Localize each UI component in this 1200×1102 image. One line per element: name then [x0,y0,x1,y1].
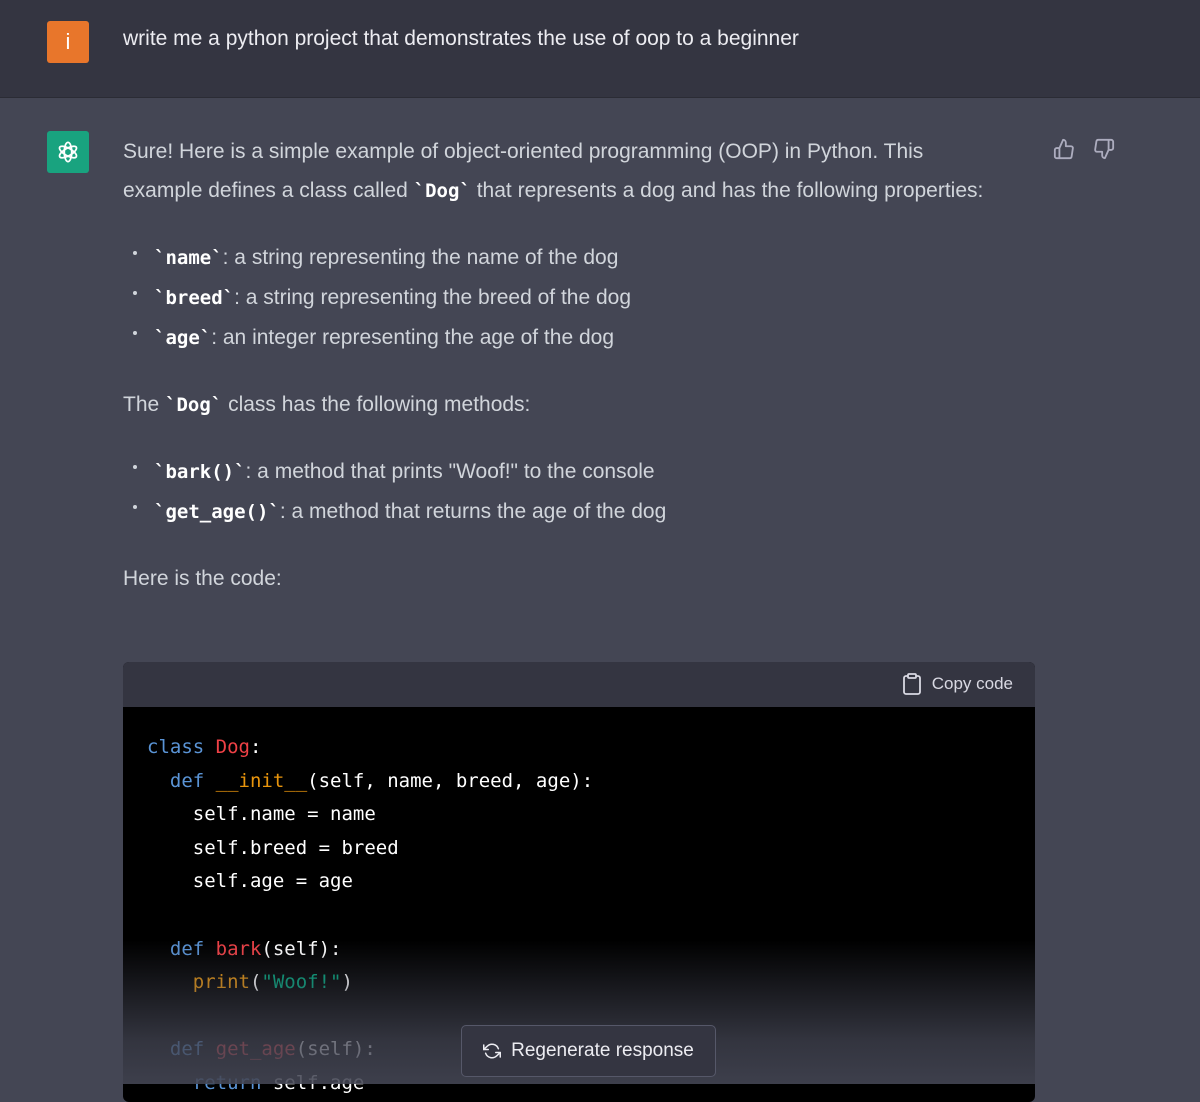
code-token: get_age [215,1038,296,1061]
intro-paragraph: Sure! Here is a simple example of object… [123,132,1003,211]
code-token: def [147,937,216,960]
method-code: `bark()` [154,461,246,483]
code-line: class Dog: [147,731,1011,765]
method-code: `get_age()` [154,501,280,523]
intro-text-2: that represents a dog and has the follow… [470,179,984,202]
regenerate-response-button[interactable]: Regenerate response [461,1025,716,1077]
assistant-message: Sure! Here is a simple example of object… [123,132,1003,598]
code-token: Dog [215,736,250,758]
property-code: `breed` [154,287,235,309]
user-message-row: i write me a python project that demonst… [0,0,1200,98]
methods-intro: The `Dog` class has the following method… [123,385,1003,425]
code-intro: Here is the code: [123,567,282,590]
code-token: self.age [261,1071,365,1094]
code-token: ( [249,971,262,994]
feedback-controls [1051,136,1117,162]
assistant-avatar [47,131,89,173]
code-token: : [249,736,262,758]
methods-intro-text-2: class has the following methods: [222,393,531,416]
property-text: : an integer representing the age of the… [211,326,614,349]
code-token: (self): [295,1038,376,1061]
code-token: __init__ [215,769,308,792]
property-text: : a string representing the breed of the… [234,286,632,309]
properties-list: `name`: a string representing the name o… [123,238,1003,358]
code-token: def [147,769,216,792]
code-token: (self): [261,937,342,960]
code-token: print [192,971,250,994]
method-text: : a method that returns the age of the d… [279,500,667,523]
thumbs-down-icon [1094,138,1115,160]
methods-intro-code: `Dog` [165,394,223,416]
code-token: "Woof!" [261,971,342,994]
code-line: def bark(self): [147,933,1011,967]
code-token: self.age = age [147,870,353,893]
thumbs-up-icon [1053,138,1074,160]
list-item: `name`: a string representing the name o… [123,238,1003,278]
code-token: self.name = name [147,803,376,826]
thumbs-down-button[interactable] [1091,136,1117,162]
property-code: `age` [154,327,212,349]
property-code: `name` [154,247,223,269]
intro-inline-code: `Dog` [413,180,471,202]
property-text: : a string representing the name of the … [222,246,619,269]
code-line: self.breed = breed [147,832,1011,866]
code-token: class [147,736,216,758]
copy-code-button[interactable]: Copy code [902,673,1013,695]
copy-code-label: Copy code [931,674,1013,693]
methods-intro-text-1: The [123,393,166,416]
list-item: `age`: an integer representing the age o… [123,318,1003,358]
thumbs-up-button[interactable] [1051,136,1077,162]
clipboard-icon [902,673,921,695]
code-line: self.age = age [147,865,1011,899]
code-token: (self, name, breed, age): [307,769,594,792]
code-block-header: Copy code [123,662,1035,707]
code-line: print("Woof!") [147,966,1011,1000]
code-token: self.breed = breed [147,836,399,859]
code-token: bark [215,937,262,960]
refresh-icon [483,1043,502,1059]
user-avatar: i [47,21,89,63]
code-token: return [192,1071,262,1094]
list-item: `bark()`: a method that prints "Woof!" t… [123,452,1003,492]
methods-list: `bark()`: a method that prints "Woof!" t… [123,452,1003,532]
method-text: : a method that prints "Woof!" to the co… [245,460,655,483]
user-message-text: write me a python project that demonstra… [123,27,799,50]
regenerate-label: Regenerate response [511,1040,694,1061]
openai-logo-icon [58,141,78,163]
code-token: def [147,1038,216,1061]
list-item: `get_age()`: a method that returns the a… [123,492,1003,532]
code-line: def __init__(self, name, breed, age): [147,765,1011,799]
list-item: `breed`: a string representing the breed… [123,278,1003,318]
code-token: ) [341,971,353,994]
code-line: self.name = name [147,798,1011,832]
